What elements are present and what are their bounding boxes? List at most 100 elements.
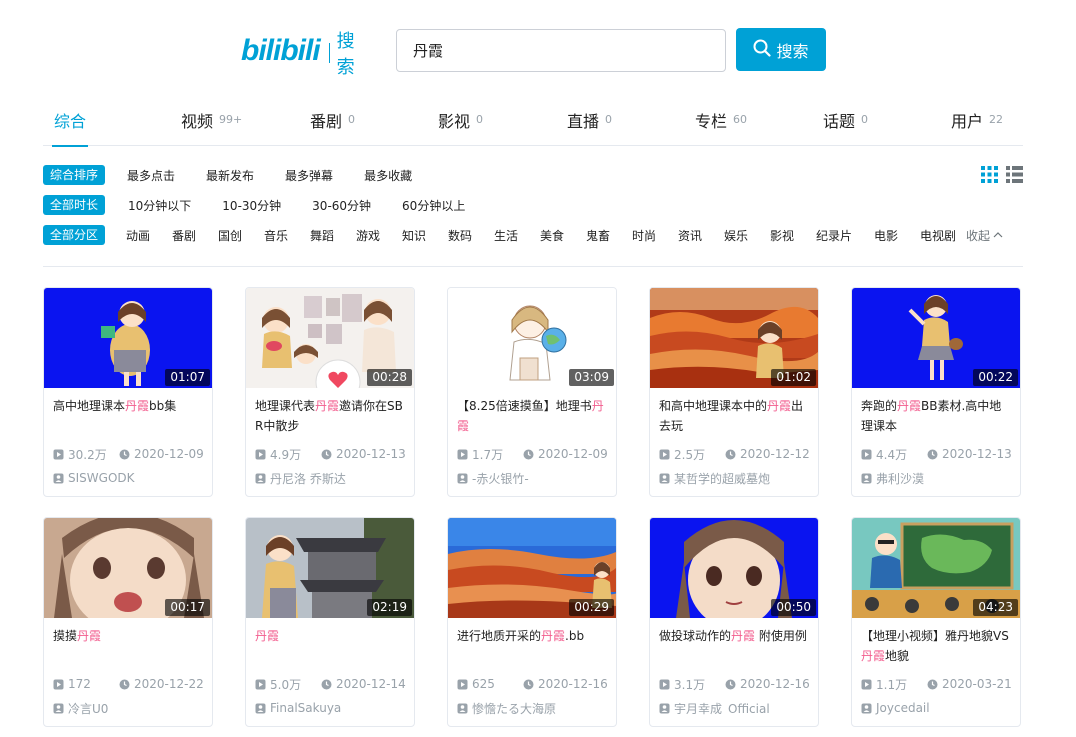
- video-thumbnail[interactable]: 02:19: [246, 518, 414, 618]
- video-card[interactable]: 02:19 丹霞 5.0万 2020-12-14 FinalSakuya: [245, 517, 415, 727]
- tab-user[interactable]: 用户 22: [951, 100, 1003, 146]
- video-card[interactable]: 00:22 奔跑的丹霞BB素材.高中地理课本 4.4万 2020-12-13 弗…: [851, 287, 1021, 497]
- video-card[interactable]: 03:09 【8.25倍速摸鱼】地理书丹霞 1.7万 2020-12-09 -赤…: [447, 287, 617, 497]
- zone-collapse-toggle[interactable]: 收起: [966, 227, 1003, 244]
- video-card[interactable]: 00:50 做投球动作的丹霞 附使用例 3.1万 2020-12-16 宇月幸成…: [649, 517, 819, 727]
- uploader[interactable]: 某哲学的超威墓炮: [659, 471, 815, 485]
- zone-option[interactable]: 资讯: [678, 227, 702, 244]
- tab-bangumi[interactable]: 番剧 0: [310, 100, 355, 146]
- duration-10-30[interactable]: 10-30分钟: [222, 197, 281, 214]
- zone-option[interactable]: 动画: [126, 227, 150, 244]
- zone-option[interactable]: 番剧: [172, 227, 196, 244]
- video-title[interactable]: 摸摸丹霞: [53, 626, 205, 646]
- video-title[interactable]: 高中地理课本丹霞bb集: [53, 396, 205, 416]
- video-title[interactable]: 【地理小视频】雅丹地貌VS丹霞地貌: [861, 626, 1013, 666]
- video-card[interactable]: 01:02 和高中地理课本中的丹霞出去玩 2.5万 2020-12-12 某哲学…: [649, 287, 819, 497]
- sort-most-danmaku[interactable]: 最多弹幕: [285, 167, 333, 184]
- duration-badge: 00:29: [569, 599, 614, 616]
- uploader[interactable]: SISWGODK: [53, 471, 209, 485]
- bilibili-logo[interactable]: bilibili 搜索: [241, 31, 371, 78]
- uploader[interactable]: -赤火银竹-: [457, 471, 613, 485]
- tab-video[interactable]: 视频 99+: [181, 100, 242, 146]
- zone-option[interactable]: 鬼畜: [586, 227, 610, 244]
- uploader-name: 冷言U0: [68, 701, 109, 716]
- zone-option[interactable]: 电视剧: [920, 227, 956, 244]
- video-card[interactable]: 04:23 【地理小视频】雅丹地貌VS丹霞地貌 1.1万 2020-03-21 …: [851, 517, 1021, 727]
- zone-option[interactable]: 娱乐: [724, 227, 748, 244]
- search-input[interactable]: [397, 30, 725, 71]
- video-card[interactable]: 00:28 地理课代表丹霞邀请你在SBR中散步 4.9万 2020-12-13 …: [245, 287, 415, 497]
- uploader[interactable]: FinalSakuya: [255, 701, 411, 715]
- filter-divider: [43, 266, 1023, 267]
- zone-option[interactable]: 纪录片: [816, 227, 852, 244]
- uploader[interactable]: 惨憺たる大海原: [457, 701, 613, 715]
- zone-option[interactable]: 国创: [218, 227, 242, 244]
- clock-icon: [119, 449, 130, 460]
- duration-badge: 00:50: [771, 599, 816, 616]
- zone-option[interactable]: 数码: [448, 227, 472, 244]
- uploader[interactable]: 丹尼洛 乔斯达: [255, 471, 411, 485]
- sort-most-favorites[interactable]: 最多收藏: [364, 167, 412, 184]
- video-thumbnail[interactable]: 00:17: [44, 518, 212, 618]
- zone-option[interactable]: 生活: [494, 227, 518, 244]
- sort-newest[interactable]: 最新发布: [206, 167, 254, 184]
- zone-option[interactable]: 舞蹈: [310, 227, 334, 244]
- duration-all-pill[interactable]: 全部时长: [43, 195, 106, 215]
- video-title[interactable]: 【8.25倍速摸鱼】地理书丹霞: [457, 396, 609, 436]
- sort-most-clicks[interactable]: 最多点击: [127, 167, 175, 184]
- zone-option[interactable]: 电影: [874, 227, 898, 244]
- video-meta: 1.1万 2020-03-21: [861, 677, 1017, 692]
- zone-option[interactable]: 音乐: [264, 227, 288, 244]
- video-title[interactable]: 进行地质开采的丹霞.bb: [457, 626, 609, 646]
- video-card[interactable]: 00:17 摸摸丹霞 172 2020-12-22 冷言U0: [43, 517, 213, 727]
- search-button[interactable]: 搜索: [736, 28, 826, 71]
- video-thumbnail[interactable]: 01:02: [650, 288, 818, 388]
- video-thumbnail[interactable]: 04:23: [852, 518, 1020, 618]
- uploader-name: Joycedail: [876, 701, 930, 715]
- tab-all[interactable]: 综合: [51, 100, 89, 147]
- video-thumbnail[interactable]: 00:50: [650, 518, 818, 618]
- tab-label: 影视: [438, 112, 471, 131]
- duration-over-60[interactable]: 60分钟以上: [402, 197, 465, 214]
- list-view-icon[interactable]: [1006, 166, 1023, 184]
- video-title[interactable]: 奔跑的丹霞BB素材.高中地理课本: [861, 396, 1013, 436]
- tab-film[interactable]: 影视 0: [438, 100, 483, 146]
- uploader[interactable]: Joycedail: [861, 701, 1017, 715]
- collapse-label: 收起: [966, 228, 991, 243]
- video-card[interactable]: 01:07 高中地理课本丹霞bb集 30.2万 2020-12-09 SISWG…: [43, 287, 213, 497]
- video-title[interactable]: 丹霞: [255, 626, 407, 646]
- video-thumbnail[interactable]: 00:28: [246, 288, 414, 388]
- zone-option[interactable]: 游戏: [356, 227, 380, 244]
- duration-under-10[interactable]: 10分钟以下: [128, 197, 191, 214]
- uploader[interactable]: 弗利沙漠: [861, 471, 1017, 485]
- uploader[interactable]: 宇月幸成_Official: [659, 701, 815, 715]
- clock-icon: [119, 679, 130, 690]
- video-card[interactable]: 00:29 进行地质开采的丹霞.bb 625 2020-12-16 惨憺たる大海…: [447, 517, 617, 727]
- tab-article[interactable]: 专栏 60: [695, 100, 747, 146]
- chevron-up-icon: [993, 232, 1003, 238]
- zone-option[interactable]: 时尚: [632, 227, 656, 244]
- uploader-icon: [861, 703, 872, 714]
- video-title[interactable]: 地理课代表丹霞邀请你在SBR中散步: [255, 396, 407, 436]
- video-thumbnail[interactable]: 01:07: [44, 288, 212, 388]
- video-title[interactable]: 做投球动作的丹霞 附使用例: [659, 626, 811, 646]
- tab-count: 0: [476, 113, 484, 126]
- zone-option[interactable]: 影视: [770, 227, 794, 244]
- video-thumbnail[interactable]: 00:29: [448, 518, 616, 618]
- video-thumbnail[interactable]: 03:09: [448, 288, 616, 388]
- upload-date: 2020-12-16: [538, 677, 608, 691]
- sort-default-pill[interactable]: 综合排序: [43, 165, 106, 185]
- uploader[interactable]: 冷言U0: [53, 701, 209, 715]
- play-count-icon: [53, 679, 64, 690]
- zone-option[interactable]: 知识: [402, 227, 426, 244]
- search-box[interactable]: [396, 29, 726, 72]
- play-count-icon: [255, 449, 266, 460]
- grid-view-icon[interactable]: [981, 166, 998, 184]
- video-thumbnail[interactable]: 00:22: [852, 288, 1020, 388]
- zone-all-pill[interactable]: 全部分区: [43, 225, 106, 245]
- duration-30-60[interactable]: 30-60分钟: [312, 197, 371, 214]
- video-title[interactable]: 和高中地理课本中的丹霞出去玩: [659, 396, 811, 436]
- tab-live[interactable]: 直播 0: [567, 100, 612, 146]
- zone-option[interactable]: 美食: [540, 227, 564, 244]
- tab-topic[interactable]: 话题 0: [823, 100, 868, 146]
